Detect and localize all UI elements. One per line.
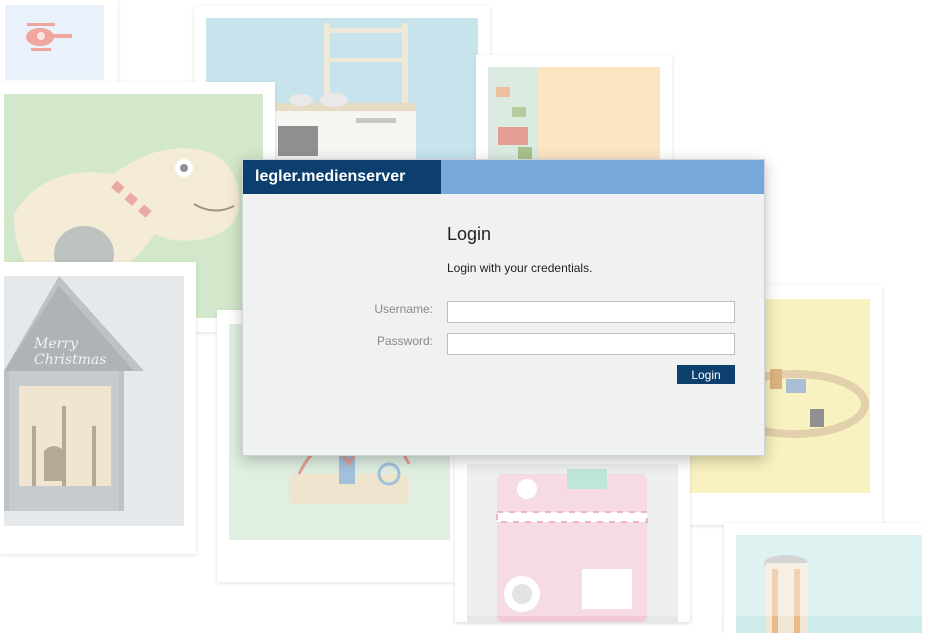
photo-christmas-house: Merry Christmas <box>0 262 196 554</box>
photo-helicopter <box>0 0 118 88</box>
username-label: Username: <box>374 302 433 316</box>
login-dialog: legler.medienserver Login Login with you… <box>242 159 765 456</box>
board-game-image <box>488 67 538 171</box>
password-input[interactable] <box>447 333 735 355</box>
login-button[interactable]: Login <box>677 365 735 384</box>
dialog-header-bar: legler.medienserver <box>243 160 764 194</box>
helicopter-image <box>26 23 72 51</box>
christmas-house-image <box>4 276 144 511</box>
login-subtitle: Login with your credentials. <box>447 261 593 275</box>
login-title: Login <box>447 224 492 244</box>
photo-pink-kitchen <box>455 452 690 622</box>
brand-title: legler.medienserver <box>243 160 441 194</box>
christmas-house-text: Merry Christmas <box>34 336 107 368</box>
username-input[interactable] <box>447 301 735 323</box>
coffee-press-image <box>764 555 808 633</box>
password-label: Password: <box>376 334 433 348</box>
pink-kitchen-image <box>496 469 648 622</box>
photo-coffee-press <box>724 523 925 633</box>
